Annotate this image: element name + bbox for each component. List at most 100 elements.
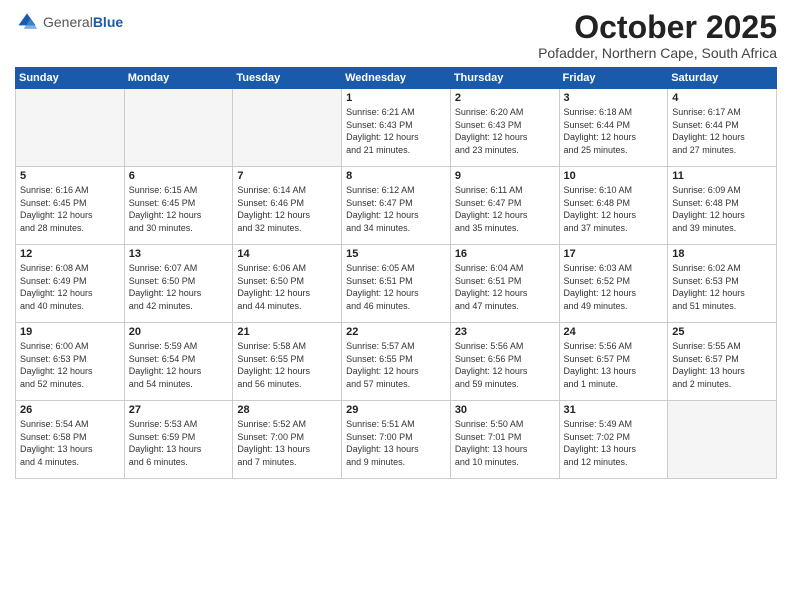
day-info: Sunrise: 5:50 AM Sunset: 7:01 PM Dayligh… [455,418,555,468]
table-row: 2 Sunrise: 6:20 AM Sunset: 6:43 PM Daylig… [450,89,559,167]
day-number: 11 [672,170,772,182]
location: Pofadder, Northern Cape, South Africa [538,45,777,61]
table-row: 5 Sunrise: 6:16 AM Sunset: 6:45 PM Daylig… [16,167,125,245]
day-info: Sunrise: 6:02 AM Sunset: 6:53 PM Dayligh… [672,262,772,312]
day-info: Sunrise: 5:49 AM Sunset: 7:02 PM Dayligh… [564,418,664,468]
logo-blue: Blue [93,14,123,30]
day-number: 4 [672,92,772,104]
table-row [124,89,233,167]
table-row: 3 Sunrise: 6:18 AM Sunset: 6:44 PM Daylig… [559,89,668,167]
day-number: 16 [455,248,555,260]
table-row: 10 Sunrise: 6:10 AM Sunset: 6:48 PM Dayli… [559,167,668,245]
day-info: Sunrise: 5:52 AM Sunset: 7:00 PM Dayligh… [237,418,337,468]
day-info: Sunrise: 6:11 AM Sunset: 6:47 PM Dayligh… [455,184,555,234]
day-info: Sunrise: 6:10 AM Sunset: 6:48 PM Dayligh… [564,184,664,234]
table-row: 30 Sunrise: 5:50 AM Sunset: 7:01 PM Dayli… [450,401,559,479]
table-row: 8Sunrise: 6:12 AM Sunset: 6:47 PM Daylig… [342,167,451,245]
day-number: 13 [129,248,229,260]
calendar: Sunday Monday Tuesday Wednesday Thursday… [15,67,777,479]
table-row: 12Sunrise: 6:08 AM Sunset: 6:49 PM Dayli… [16,245,125,323]
day-info: Sunrise: 6:04 AM Sunset: 6:51 PM Dayligh… [455,262,555,312]
table-row: 21 Sunrise: 5:58 AM Sunset: 6:55 PM Dayli… [233,323,342,401]
week-row-3: 19 Sunrise: 6:00 AM Sunset: 6:53 PM Dayli… [16,323,777,401]
day-info: Sunrise: 6:00 AM Sunset: 6:53 PM Dayligh… [20,340,120,390]
day-number: 14 [237,248,337,260]
day-info: Sunrise: 5:56 AM Sunset: 6:56 PM Dayligh… [455,340,555,390]
day-number: 3 [564,92,664,104]
table-row: 6Sunrise: 6:15 AM Sunset: 6:45 PM Daylig… [124,167,233,245]
table-row: 17Sunrise: 6:03 AM Sunset: 6:52 PM Dayli… [559,245,668,323]
table-row: 31 Sunrise: 5:49 AM Sunset: 7:02 PM Dayli… [559,401,668,479]
month-title: October 2025 [538,10,777,45]
table-row: 13Sunrise: 6:07 AM Sunset: 6:50 PM Dayli… [124,245,233,323]
header-saturday: Saturday [668,68,777,89]
day-number: 7 [237,170,337,182]
table-row: 4 Sunrise: 6:17 AM Sunset: 6:44 PM Daylig… [668,89,777,167]
day-info: Sunrise: 6:18 AM Sunset: 6:44 PM Dayligh… [564,106,664,156]
table-row [16,89,125,167]
day-info: Sunrise: 5:58 AM Sunset: 6:55 PM Dayligh… [237,340,337,390]
table-row: 15Sunrise: 6:05 AM Sunset: 6:51 PM Dayli… [342,245,451,323]
day-number: 24 [564,326,664,338]
table-row: 7 Sunrise: 6:14 AM Sunset: 6:46 PM Daylig… [233,167,342,245]
day-info: Sunrise: 6:21 AM Sunset: 6:43 PM Dayligh… [346,106,446,156]
day-number: 27 [129,404,229,416]
day-info: Sunrise: 6:20 AM Sunset: 6:43 PM Dayligh… [455,106,555,156]
day-number: 30 [455,404,555,416]
header-tuesday: Tuesday [233,68,342,89]
week-row-4: 26Sunrise: 5:54 AM Sunset: 6:58 PM Dayli… [16,401,777,479]
day-number: 9 [455,170,555,182]
day-info: Sunrise: 6:16 AM Sunset: 6:45 PM Dayligh… [20,184,120,234]
day-number: 22 [346,326,446,338]
table-row: 20Sunrise: 5:59 AM Sunset: 6:54 PM Dayli… [124,323,233,401]
day-number: 2 [455,92,555,104]
day-info: Sunrise: 5:55 AM Sunset: 6:57 PM Dayligh… [672,340,772,390]
day-info: Sunrise: 6:08 AM Sunset: 6:49 PM Dayligh… [20,262,120,312]
day-number: 25 [672,326,772,338]
day-info: Sunrise: 6:05 AM Sunset: 6:51 PM Dayligh… [346,262,446,312]
week-row-0: 1 Sunrise: 6:21 AM Sunset: 6:43 PM Daylig… [16,89,777,167]
table-row: 1 Sunrise: 6:21 AM Sunset: 6:43 PM Daylig… [342,89,451,167]
day-number: 10 [564,170,664,182]
day-number: 23 [455,326,555,338]
table-row: 25 Sunrise: 5:55 AM Sunset: 6:57 PM Dayli… [668,323,777,401]
table-row: 9 Sunrise: 6:11 AM Sunset: 6:47 PM Daylig… [450,167,559,245]
day-number: 21 [237,326,337,338]
table-row: 16 Sunrise: 6:04 AM Sunset: 6:51 PM Dayli… [450,245,559,323]
day-info: Sunrise: 6:09 AM Sunset: 6:48 PM Dayligh… [672,184,772,234]
header-wednesday: Wednesday [342,68,451,89]
day-number: 1 [346,92,446,104]
day-number: 26 [20,404,120,416]
header-monday: Monday [124,68,233,89]
table-row: 27Sunrise: 5:53 AM Sunset: 6:59 PM Dayli… [124,401,233,479]
header-thursday: Thursday [450,68,559,89]
table-row: 26Sunrise: 5:54 AM Sunset: 6:58 PM Dayli… [16,401,125,479]
week-row-2: 12Sunrise: 6:08 AM Sunset: 6:49 PM Dayli… [16,245,777,323]
day-info: Sunrise: 5:56 AM Sunset: 6:57 PM Dayligh… [564,340,664,390]
day-number: 20 [129,326,229,338]
table-row [233,89,342,167]
title-block: October 2025 Pofadder, Northern Cape, So… [538,10,777,61]
logo-general: General [43,14,93,30]
logo-text: GeneralBlue [43,14,123,31]
day-info: Sunrise: 6:14 AM Sunset: 6:46 PM Dayligh… [237,184,337,234]
logo-icon [15,10,39,34]
table-row: 18Sunrise: 6:02 AM Sunset: 6:53 PM Dayli… [668,245,777,323]
header-friday: Friday [559,68,668,89]
table-row: 24 Sunrise: 5:56 AM Sunset: 6:57 PM Dayli… [559,323,668,401]
table-row: 19 Sunrise: 6:00 AM Sunset: 6:53 PM Dayli… [16,323,125,401]
day-number: 6 [129,170,229,182]
day-number: 5 [20,170,120,182]
weekday-header-row: Sunday Monday Tuesday Wednesday Thursday… [16,68,777,89]
table-row: 28 Sunrise: 5:52 AM Sunset: 7:00 PM Dayli… [233,401,342,479]
day-info: Sunrise: 6:17 AM Sunset: 6:44 PM Dayligh… [672,106,772,156]
day-number: 19 [20,326,120,338]
day-number: 31 [564,404,664,416]
day-info: Sunrise: 6:03 AM Sunset: 6:52 PM Dayligh… [564,262,664,312]
table-row: 14 Sunrise: 6:06 AM Sunset: 6:50 PM Dayli… [233,245,342,323]
day-number: 28 [237,404,337,416]
table-row: 22 Sunrise: 5:57 AM Sunset: 6:55 PM Dayli… [342,323,451,401]
day-info: Sunrise: 6:06 AM Sunset: 6:50 PM Dayligh… [237,262,337,312]
week-row-1: 5 Sunrise: 6:16 AM Sunset: 6:45 PM Daylig… [16,167,777,245]
day-info: Sunrise: 5:57 AM Sunset: 6:55 PM Dayligh… [346,340,446,390]
